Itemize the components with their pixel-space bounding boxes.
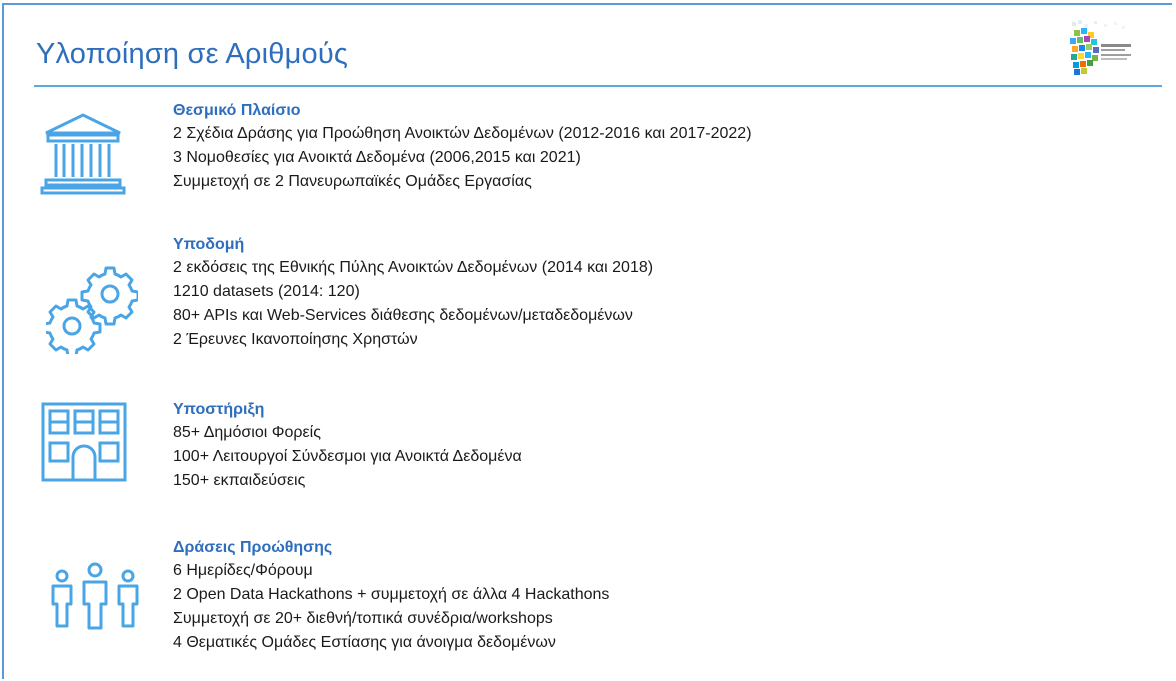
list-item: Συμμετοχή σε 20+ διεθνή/τοπικά συνέδρια/… — [173, 610, 553, 627]
section-heading: Υποστήριξη — [173, 401, 265, 418]
gears-icon — [46, 266, 138, 354]
list-item: 6 Ημερίδες/Φόρουμ — [173, 562, 313, 579]
section-heading: Υποδομή — [173, 236, 245, 253]
list-item: 3 Νομοθεσίες για Ανοικτά Δεδομένα (2006,… — [173, 149, 581, 166]
section-infrastructure: Υποδομή 2 εκδόσεις της Εθνικής Πύλης Ανο… — [173, 234, 653, 352]
list-item: 150+ εκπαιδεύσεις — [173, 472, 306, 489]
section-heading: Δράσεις Προώθησης — [173, 539, 333, 556]
open-data-logo — [1070, 20, 1131, 75]
list-item: 85+ Δημόσιοι Φορείς — [173, 424, 321, 441]
list-item: 1210 datasets (2014: 120) — [173, 283, 360, 300]
list-item: 2 Σχέδια Δράσης για Προώθηση Ανοικτών Δε… — [173, 125, 752, 142]
list-item: 80+ APIs και Web-Services διάθεσης δεδομ… — [173, 307, 633, 324]
institution-building-icon — [40, 113, 126, 195]
list-item: 4 Θεματικές Ομάδες Εστίασης για άνοιγμα … — [173, 634, 556, 651]
section-support: Υποστήριξη 85+ Δημόσιοι Φορείς 100+ Λειτ… — [173, 399, 522, 493]
office-building-icon — [41, 402, 127, 482]
list-item: 2 Open Data Hackathons + συμμετοχή σε άλ… — [173, 586, 610, 603]
section-heading: Θεσμικό Πλαίσιο — [173, 102, 301, 119]
list-item: 100+ Λειτουργοί Σύνδεσμοι για Ανοικτά Δε… — [173, 448, 522, 465]
title-divider — [34, 85, 1162, 87]
people-group-icon — [51, 562, 139, 630]
list-item: Συμμετοχή σε 2 Πανευρωπαϊκές Ομάδες Εργα… — [173, 173, 532, 190]
list-item: 2 Έρευνες Ικανοποίησης Χρηστών — [173, 331, 418, 348]
section-promotion-actions: Δράσεις Προώθησης 6 Ημερίδες/Φόρουμ 2 Op… — [173, 537, 609, 655]
list-item: 2 εκδόσεις της Εθνικής Πύλης Ανοικτών Δε… — [173, 259, 654, 276]
section-legal-framework: Θεσμικό Πλαίσιο 2 Σχέδια Δράσης για Προώ… — [173, 100, 752, 194]
slide-title: Υλοποίηση σε Αριθμούς — [36, 38, 349, 70]
